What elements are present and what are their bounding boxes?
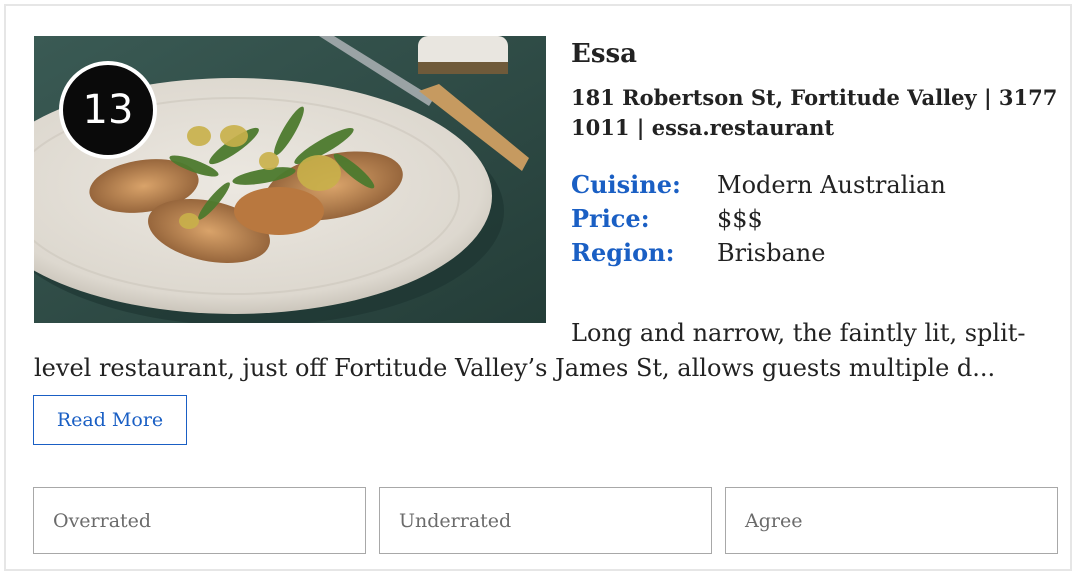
underrated-button[interactable]: Underrated <box>379 487 712 554</box>
restaurant-name: Essa <box>571 39 637 69</box>
fact-label: Cuisine: <box>571 170 681 199</box>
restaurant-description: Long and narrow, the faintly lit, split-… <box>34 316 1064 386</box>
rank-badge: 13 <box>59 61 157 159</box>
fact-label: Region: <box>571 238 675 267</box>
restaurant-address: 181 Robertson St, Fortitude Valley | 317… <box>571 85 1058 140</box>
read-more-button[interactable]: Read More <box>33 395 187 445</box>
fact-label: Price: <box>571 204 650 233</box>
fact-price: Price: $$$ <box>571 202 946 236</box>
fact-value: $$$ <box>717 205 763 233</box>
description-text: Long and narrow, the faintly lit, split-… <box>34 319 1026 382</box>
restaurant-facts: Cuisine: Modern Australian Price: $$$ Re… <box>571 168 946 270</box>
restaurant-card: 13 Essa 181 Robertson St, Fortitude Vall… <box>4 4 1072 571</box>
overrated-button[interactable]: Overrated <box>33 487 366 554</box>
fact-cuisine: Cuisine: Modern Australian <box>571 168 946 202</box>
description-indent <box>34 316 571 320</box>
agree-button[interactable]: Agree <box>725 487 1058 554</box>
rank-number: 13 <box>82 87 134 133</box>
fact-value: Brisbane <box>717 239 826 267</box>
fact-region: Region: Brisbane <box>571 236 946 270</box>
fact-value: Modern Australian <box>717 171 946 199</box>
